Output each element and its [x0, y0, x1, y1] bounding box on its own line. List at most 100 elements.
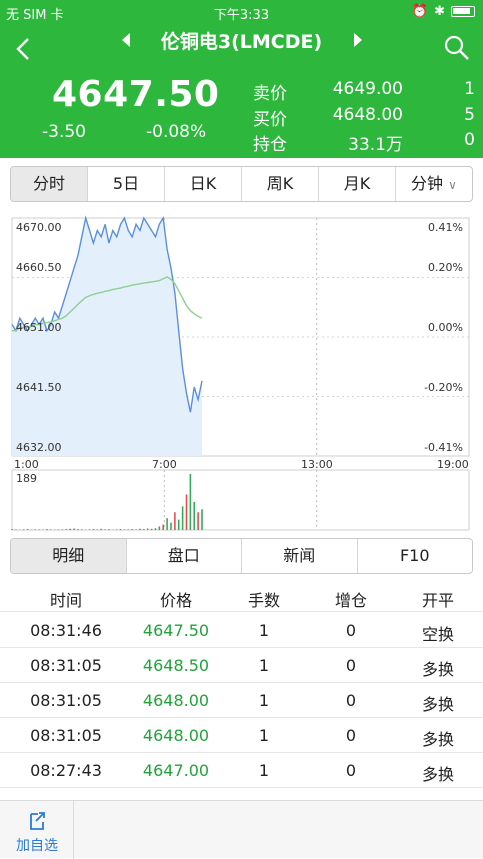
trade-oi-change: 0 — [320, 621, 382, 640]
trade-time: 08:31:05 — [20, 691, 112, 710]
chart-canvas — [0, 212, 483, 534]
tab-details[interactable]: 明细 — [11, 539, 127, 573]
col-oi-change: 增仓 — [320, 587, 382, 611]
trade-type: 多换 — [402, 726, 474, 750]
volume-bar — [50, 529, 52, 530]
open-interest-value: 33.1万 — [348, 130, 403, 155]
volume-bar — [147, 529, 149, 530]
open-interest-row: 持仓 33.1万 0 — [253, 130, 475, 154]
table-row: 08:31:05 4648.50 1 0 多换 — [0, 648, 483, 683]
bottom-bar: 加自选 — [0, 800, 483, 858]
volume-bar — [190, 474, 192, 530]
price-tick: 4660.50 — [16, 261, 62, 274]
period-tabs: 分时 5日 日K 周K 月K 分钟 ∨ — [10, 166, 473, 202]
trade-lots: 1 — [234, 726, 294, 745]
time-tick: 7:00 — [152, 458, 177, 471]
ask-label: 卖价 — [253, 79, 287, 104]
table-row: 08:31:46 4647.50 1 0 空换 — [0, 613, 483, 648]
volume-bar — [108, 529, 110, 530]
last-price: 4647.50 — [52, 74, 219, 115]
trade-oi-change: 0 — [320, 761, 382, 780]
volume-bar — [89, 529, 91, 530]
col-lots: 手数 — [234, 587, 294, 611]
trade-price: 4648.50 — [130, 656, 222, 675]
trade-price: 4647.00 — [130, 761, 222, 780]
trade-time: 08:31:05 — [20, 726, 112, 745]
volume-bar — [182, 506, 184, 530]
tab-5day[interactable]: 5日 — [88, 167, 165, 201]
volume-bar — [159, 526, 161, 530]
volume-bar — [155, 528, 157, 530]
price-tick: 4651.00 — [16, 321, 62, 334]
volume-bar — [97, 529, 99, 530]
volume-bar — [162, 525, 164, 530]
col-price: 价格 — [130, 587, 222, 611]
volume-bar — [62, 529, 64, 530]
volume-bar — [124, 529, 126, 530]
trade-price: 4647.50 — [130, 621, 222, 640]
volume-max-label: 189 — [16, 472, 37, 485]
time-tick: 13:00 — [301, 458, 333, 471]
volume-bar — [151, 529, 153, 530]
tab-monthly-k[interactable]: 月K — [319, 167, 396, 201]
open-interest-qty: 0 — [464, 130, 475, 150]
tab-weekly-k[interactable]: 周K — [242, 167, 319, 201]
tab-f10[interactable]: F10 — [358, 539, 473, 573]
volume-bar — [193, 502, 195, 530]
trade-price: 4648.00 — [130, 691, 222, 710]
pct-tick: 0.00% — [428, 321, 463, 334]
table-row: 08:31:05 4648.00 1 0 多换 — [0, 683, 483, 718]
volume-bar — [143, 529, 145, 530]
tab-intraday[interactable]: 分时 — [11, 167, 88, 201]
volume-bar — [73, 529, 75, 530]
tab-order-book[interactable]: 盘口 — [127, 539, 243, 573]
volume-bar — [201, 509, 203, 530]
volume-bar — [104, 529, 106, 530]
volume-bar — [139, 529, 141, 530]
volume-bar — [38, 529, 40, 530]
table-row: 08:27:43 4647.00 1 0 多换 — [0, 753, 483, 788]
trade-type: 多换 — [402, 656, 474, 680]
volume-bar — [116, 529, 118, 530]
col-open-close: 开平 — [402, 587, 474, 611]
trade-oi-change: 0 — [320, 656, 382, 675]
trade-price: 4648.00 — [130, 726, 222, 745]
open-interest-label: 持仓 — [253, 130, 287, 155]
bid-row: 买价 4648.00 5 — [253, 105, 475, 129]
pct-tick: -0.20% — [424, 381, 463, 394]
contract-title: 伦铜电3(LMCDE) — [0, 27, 483, 55]
trade-lots: 1 — [234, 621, 294, 640]
volume-panel-frame — [12, 470, 469, 530]
trade-time: 08:31:46 — [20, 621, 112, 640]
bid-price: 4648.00 — [333, 105, 403, 125]
add-favorite-button[interactable]: 加自选 — [0, 801, 74, 859]
next-contract-icon[interactable] — [350, 31, 366, 49]
trade-oi-change: 0 — [320, 691, 382, 710]
volume-bar — [100, 529, 102, 530]
volume-bar — [23, 529, 25, 530]
tab-minute[interactable]: 分钟 ∨ — [396, 167, 472, 201]
pct-tick: 0.20% — [428, 261, 463, 274]
volume-bar — [46, 529, 48, 530]
volume-bar — [197, 512, 199, 530]
info-tabs: 明细 盘口 新闻 F10 — [10, 538, 473, 574]
volume-bar — [128, 529, 130, 530]
volume-bar — [65, 529, 67, 530]
tab-daily-k[interactable]: 日K — [165, 167, 242, 201]
ask-row: 卖价 4649.00 1 — [253, 79, 475, 103]
ask-price: 4649.00 — [333, 79, 403, 99]
col-time: 时间 — [20, 587, 112, 611]
volume-bar — [93, 529, 95, 530]
price-tick: 4670.00 — [16, 221, 62, 234]
table-row: 08:31:05 4648.00 1 0 多换 — [0, 718, 483, 753]
price-tick: 4632.00 — [16, 441, 62, 454]
pct-tick: -0.41% — [424, 441, 463, 454]
search-icon[interactable] — [443, 34, 471, 62]
trade-type: 空换 — [402, 621, 474, 645]
intraday-chart[interactable]: 4670.00 4660.50 4651.00 4641.50 4632.00 … — [0, 212, 483, 534]
tab-minute-label: 分钟 — [411, 174, 443, 193]
volume-bar — [178, 520, 180, 530]
time-tick: 19:00 — [437, 458, 469, 471]
volume-bar — [135, 529, 137, 530]
tab-news[interactable]: 新闻 — [242, 539, 358, 573]
